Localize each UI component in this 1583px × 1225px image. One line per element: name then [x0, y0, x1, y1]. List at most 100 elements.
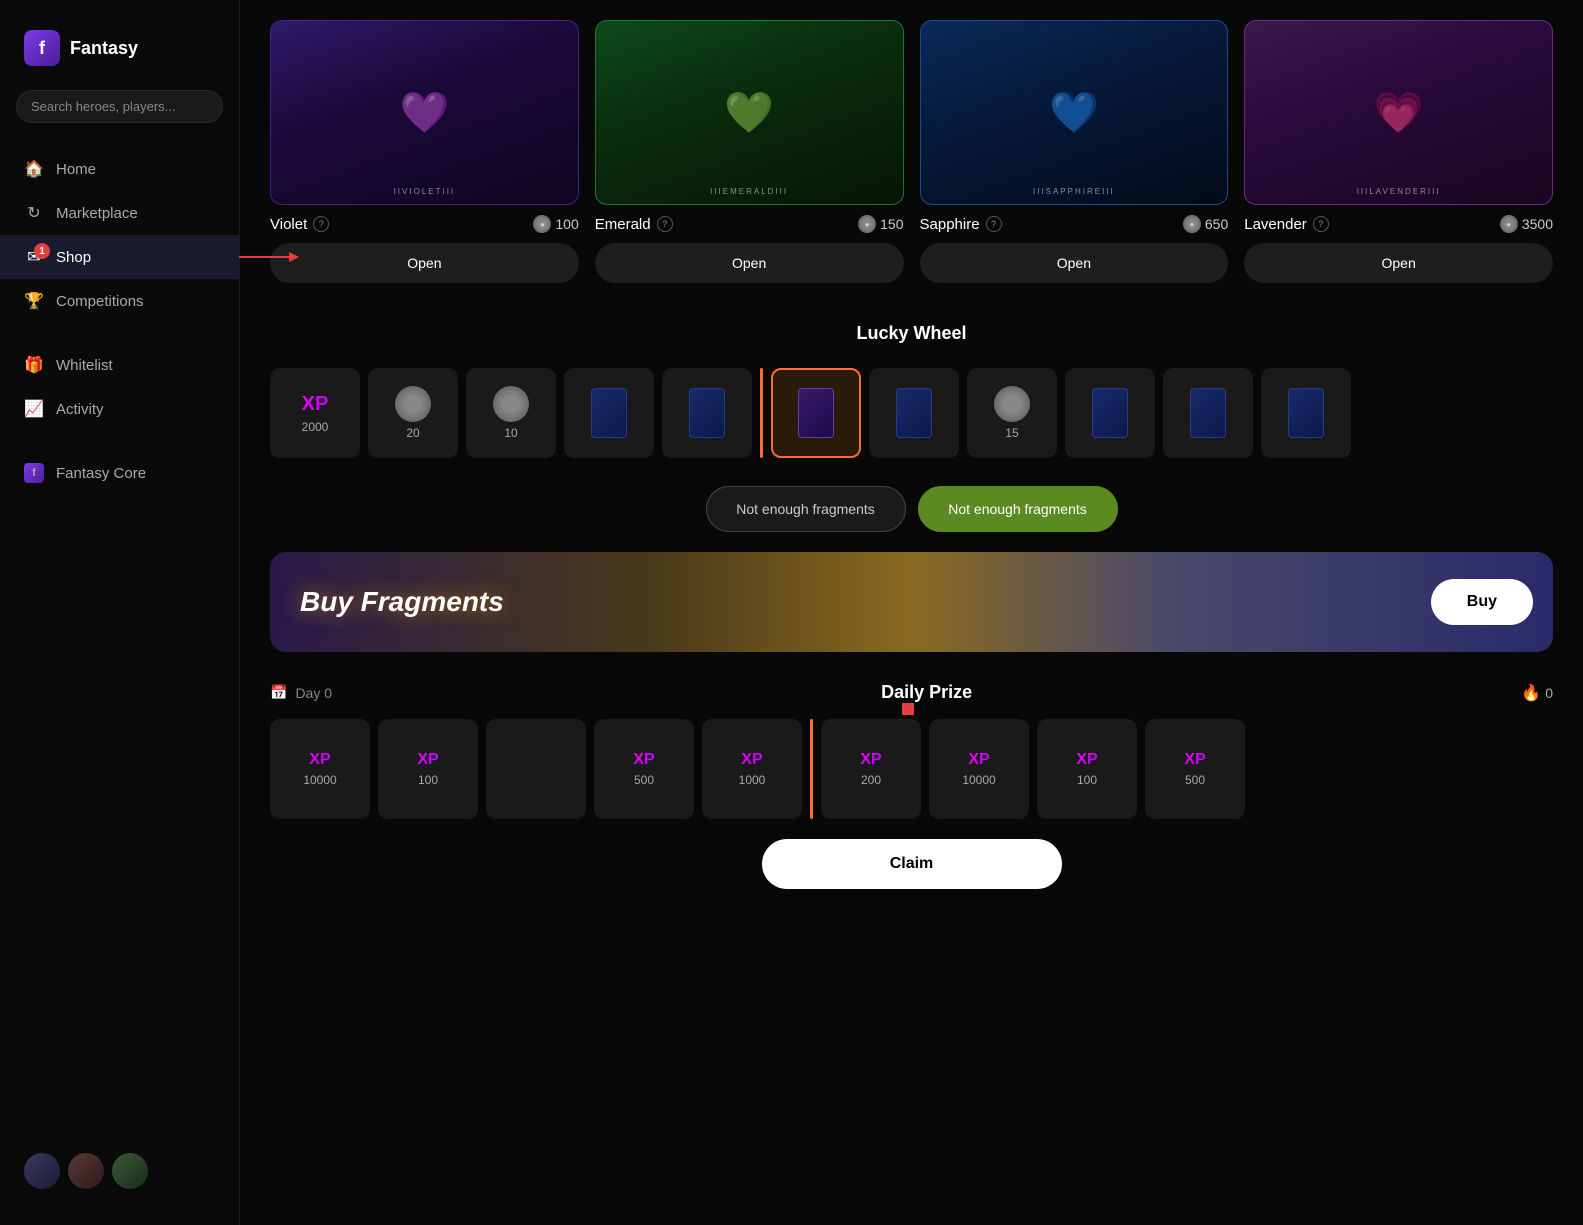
open-btn-violet[interactable]: Open: [270, 243, 579, 283]
card-mini-icon: [1190, 388, 1226, 438]
wheel-item-card-highlight: [771, 368, 861, 458]
sidebar-item-shop[interactable]: ✉ Shop 1: [0, 235, 239, 279]
pack-label-lavender: IIILAVENDERIII: [1357, 187, 1441, 196]
coin-icon: ●: [1500, 215, 1518, 233]
wheel-item-card6: [1261, 368, 1351, 458]
open-btn-emerald[interactable]: Open: [595, 243, 904, 283]
pack-info-icon-emerald[interactable]: ?: [657, 216, 673, 232]
card-mini-highlight-icon: [798, 388, 834, 438]
pack-price-sapphire: ● 650: [1183, 215, 1228, 233]
coin-icon: ●: [858, 215, 876, 233]
daily-divider: ▼: [810, 719, 813, 819]
avatar-1: [24, 1153, 60, 1189]
buy-button[interactable]: Buy: [1431, 579, 1533, 625]
wheel-item-card2: [662, 368, 752, 458]
search-input[interactable]: Search heroes, players...: [16, 90, 223, 123]
daily-item-xp10000-2: XP 10000: [929, 719, 1029, 819]
coin-icon: ●: [533, 215, 551, 233]
app-logo: f Fantasy: [0, 20, 239, 90]
pack-item-lavender: 💗 IIILAVENDERIII Lavender ? ● 3500 Open: [1244, 20, 1553, 283]
fire-icon: 🔥: [1521, 683, 1541, 703]
pack-price-violet: ● 100: [533, 215, 578, 233]
daily-strip-container: XP 10000 XP 100 XP 500 XP 1000: [270, 719, 1553, 819]
wheel-divider: [760, 368, 763, 458]
marketplace-icon: ↻: [24, 203, 44, 223]
pack-label-sapphire: IIISAPPHIREIII: [1033, 187, 1115, 196]
pack-label-violet: IIVIOLETIII: [394, 187, 456, 196]
pack-name-sapphire: Sapphire: [920, 216, 980, 233]
activity-icon: 📈: [24, 399, 44, 419]
card-mini-icon: [689, 388, 725, 438]
pack-image-sapphire: 💙 IIISAPPHIREIII: [920, 20, 1229, 205]
sidebar-item-whitelist[interactable]: 🎁 Whitelist: [0, 343, 239, 387]
daily-item-xp100-2: XP 100: [1037, 719, 1137, 819]
daily-prize-title: Daily Prize: [881, 682, 972, 703]
sidebar-item-activity[interactable]: 📈 Activity: [0, 387, 239, 431]
competitions-icon: 🏆: [24, 291, 44, 311]
wheel-item-coin15: 15: [967, 368, 1057, 458]
pack-name-violet: Violet: [270, 216, 307, 233]
shop-badge: 1: [34, 243, 50, 259]
pack-price-lavender: ● 3500: [1500, 215, 1553, 233]
wheel-item-xp2000: XP 2000: [270, 368, 360, 458]
avatar-3: [112, 1153, 148, 1189]
daily-streak: 🔥 0: [1521, 683, 1553, 703]
pack-image-violet: 💜 IIVIOLETIII: [270, 20, 579, 205]
pack-info-icon-lavender[interactable]: ?: [1313, 216, 1329, 232]
sidebar-item-fantasy-core[interactable]: f Fantasy Core: [0, 451, 239, 495]
pack-info-icon-sapphire[interactable]: ?: [986, 216, 1002, 232]
logo-icon: f: [24, 30, 60, 66]
daily-item-xp500-1: XP 500: [594, 719, 694, 819]
spin5-button[interactable]: Not enough fragments: [918, 486, 1118, 532]
sidebar-item-label: Competitions: [56, 293, 144, 310]
card-mini-icon: [1092, 388, 1128, 438]
open-btn-sapphire[interactable]: Open: [920, 243, 1229, 283]
daily-prize-strip: XP 10000 XP 100 XP 500 XP 1000: [270, 719, 1553, 819]
pack-name-emerald: Emerald: [595, 216, 651, 233]
daily-item-xp100-1: XP 100: [378, 719, 478, 819]
pack-name-lavender: Lavender: [1244, 216, 1307, 233]
wheel-item-card3: [869, 368, 959, 458]
pack-label-emerald: IIIEMERALDIII: [710, 187, 788, 196]
sidebar-item-label: Whitelist: [56, 357, 113, 374]
claim-button-wrap: Claim: [270, 839, 1553, 889]
sidebar-item-competitions[interactable]: 🏆 Competitions: [0, 279, 239, 323]
claim-button[interactable]: Claim: [762, 839, 1062, 889]
spin1-button[interactable]: Not enough fragments: [706, 486, 906, 532]
sidebar-item-label: Activity: [56, 401, 104, 418]
sidebar-bottom: [0, 1137, 239, 1205]
fantasy-core-icon: f: [24, 463, 44, 483]
open-btn-lavender[interactable]: Open: [1244, 243, 1553, 283]
sidebar-item-label: Fantasy Core: [56, 465, 146, 482]
coin-wheel-icon: [493, 386, 529, 422]
sidebar-item-marketplace[interactable]: ↻ Marketplace: [0, 191, 239, 235]
wheel-item-card5: [1163, 368, 1253, 458]
whitelist-icon: 🎁: [24, 355, 44, 375]
packs-row: 💜 IIVIOLETIII Violet ? ● 100 Open 💚: [270, 0, 1553, 293]
sidebar: f Fantasy Search heroes, players... 🏠 Ho…: [0, 0, 240, 1225]
daily-prize-header: 📅 Day 0 Daily Prize 🔥 0: [270, 682, 1553, 703]
lucky-wheel-strip: XP 2000 20 10: [270, 360, 1553, 466]
buy-banner-text: Buy Fragments: [270, 586, 504, 618]
wheel-buttons: Not enough fragments Not enough fragment…: [270, 486, 1553, 532]
sidebar-item-home[interactable]: 🏠 Home: [0, 147, 239, 191]
home-icon: 🏠: [24, 159, 44, 179]
sidebar-item-label: Marketplace: [56, 205, 138, 222]
wheel-item-card4: [1065, 368, 1155, 458]
pack-item-sapphire: 💙 IIISAPPHIREIII Sapphire ? ● 650 Open: [920, 20, 1229, 283]
daily-red-dot: [902, 703, 914, 715]
wheel-item-card1: [564, 368, 654, 458]
daily-item-xp1000: XP 1000: [702, 719, 802, 819]
pack-info-icon-violet[interactable]: ?: [313, 216, 329, 232]
wheel-item-coin10: 10: [466, 368, 556, 458]
main-content: 💜 IIVIOLETIII Violet ? ● 100 Open 💚: [240, 0, 1583, 1225]
lucky-wheel-title: Lucky Wheel: [270, 323, 1553, 344]
pack-item-violet: 💜 IIVIOLETIII Violet ? ● 100 Open: [270, 20, 579, 283]
buy-fragments-banner: Buy Fragments Buy: [270, 552, 1553, 652]
pack-image-emerald: 💚 IIIEMERALDIII: [595, 20, 904, 205]
sidebar-item-label: Home: [56, 161, 96, 178]
coin-wheel-icon: [395, 386, 431, 422]
coin-wheel-icon: [994, 386, 1030, 422]
pack-item-emerald: 💚 IIIEMERALDIII Emerald ? ● 150 Open: [595, 20, 904, 283]
card-mini-icon: [1288, 388, 1324, 438]
